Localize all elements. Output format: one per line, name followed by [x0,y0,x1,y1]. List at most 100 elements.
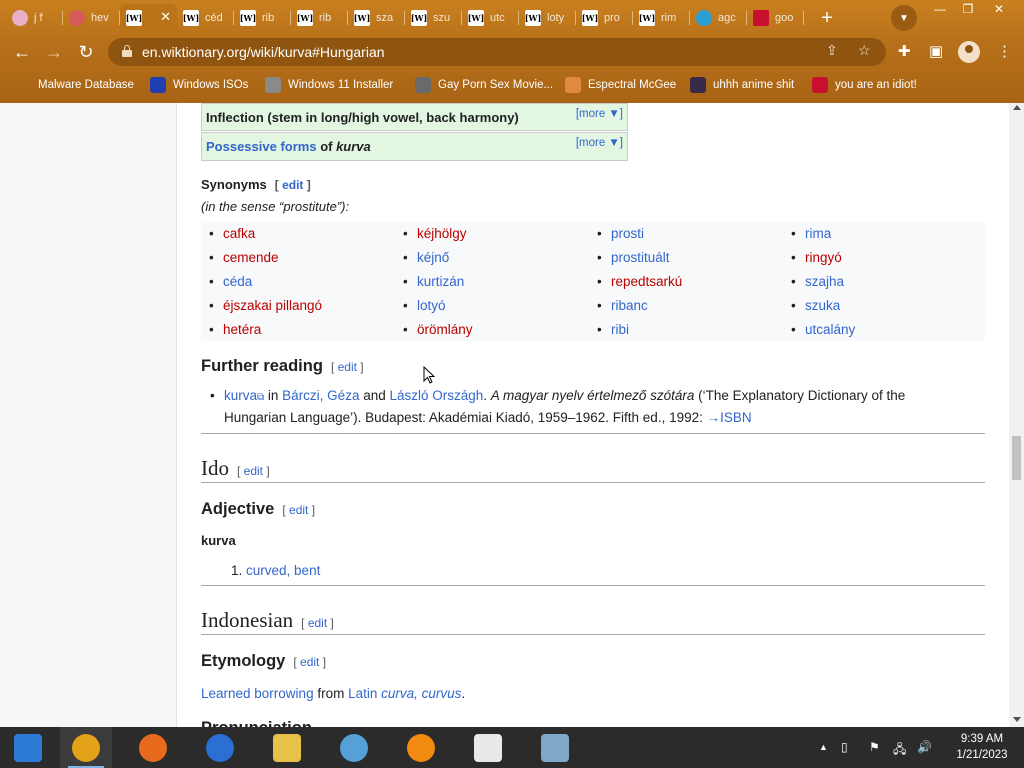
taskbar-app[interactable] [2,727,54,768]
edit-link[interactable]: edit [289,503,308,517]
synonym-link[interactable]: kéjnő [403,250,449,265]
learned-borrowing-link[interactable]: Learned borrowing [201,686,314,701]
possessive-navframe[interactable]: Possessive forms of kurva [more ▼] [201,132,628,161]
browser-tab[interactable]: [W] sza [348,4,405,32]
more-toggle[interactable]: [more ▼] [576,108,623,120]
synonym-link[interactable]: repedtsarkú [597,274,682,289]
browser-tab[interactable]: [W] pro [576,4,633,32]
edit-link[interactable]: edit [244,464,263,478]
bookmark-item[interactable]: Espectral McGee [565,76,676,94]
synonym-link[interactable]: kurtizán [403,274,464,289]
latin-link[interactable]: Latin [348,686,377,701]
synonym-link[interactable]: utcalány [791,322,855,337]
browser-tab[interactable]: j f [6,4,63,32]
back-button[interactable]: ← [10,41,34,63]
tablet-icon[interactable]: ▯ [841,740,848,754]
bookmark-item[interactable]: Windows 11 Installer [265,76,393,94]
reload-button[interactable]: ↻ [74,41,98,63]
synonym-link[interactable]: kéjhölgy [403,226,466,241]
synonym-link[interactable]: prostituált [597,250,669,265]
network-icon[interactable]: 🖧 [893,740,906,761]
browser-tab[interactable]: [W] utc [462,4,519,32]
x-icon [150,77,166,93]
synonym-link[interactable]: ribi [597,322,629,337]
tab-search-button[interactable]: ▼ [891,5,917,31]
edit-link[interactable]: edit [300,655,319,669]
latin-words-link[interactable]: curva, curvus [381,686,461,701]
browser-tab[interactable]: [W] céd [177,4,234,32]
page-scrollbar[interactable] [1009,103,1024,727]
synonym-link[interactable]: ribanc [597,298,648,313]
lock-icon[interactable] [122,45,132,57]
synonym-link[interactable]: szuka [791,298,840,313]
taskbar-app[interactable] [462,727,514,768]
flag-icon[interactable]: ⚑ [869,740,880,754]
more-toggle[interactable]: [more ▼] [576,137,623,149]
wiktionary-icon: [W] [240,10,256,26]
taskbar-app[interactable] [127,727,179,768]
edit-link[interactable]: edit [282,178,303,192]
synonym-link[interactable]: prosti [597,226,644,241]
browser-tab[interactable]: goo [747,4,804,32]
taskbar-app[interactable] [194,727,246,768]
edit-link[interactable]: edit [308,616,327,630]
edit-link[interactable]: edit [338,360,357,374]
tab-separator [803,11,804,25]
close-tab-icon[interactable]: ✕ [160,9,171,25]
address-bar[interactable]: en.wiktionary.org/wiki/kurva#Hungarian ⇪… [108,38,886,66]
browser-tab[interactable]: hev [63,4,120,32]
extensions-icon[interactable]: ✚ [898,42,911,60]
synonym-link[interactable]: lotyó [403,298,445,313]
taskbar-app[interactable] [395,727,447,768]
bookmark-item[interactable]: Malware Database [38,76,134,94]
kurva-external-link[interactable]: kurva [224,388,257,403]
synonym-link[interactable]: cemende [209,250,278,265]
author-link-orszagh[interactable]: László Országh [389,388,483,403]
side-panel-icon[interactable]: ▣ [929,42,943,60]
new-tab-button[interactable]: + [815,6,839,30]
isbn-link[interactable]: →ISBN [707,410,752,425]
synonym-link[interactable]: örömlány [403,322,472,337]
taskbar-app[interactable] [60,727,112,768]
bookmark-item[interactable]: Windows ISOs [150,76,248,94]
author-link-barczi[interactable]: Bárczi, Géza [282,388,359,403]
browser-tab[interactable]: [W] rim [633,4,690,32]
browser-tab[interactable]: [W] loty [519,4,576,32]
scroll-up-arrow-icon[interactable] [1013,105,1021,110]
synonym-link[interactable]: éjszakai pillangó [209,298,322,313]
taskbar-app[interactable] [328,727,380,768]
taskbar-clock[interactable]: 9:39 AM 1/21/2023 [950,731,1014,763]
browser-tab[interactable]: agc [690,4,747,32]
share-icon[interactable]: ⇪ [826,42,838,59]
volume-icon[interactable]: 🔊 [917,740,932,754]
browser-tab[interactable]: [W] ✕ [120,4,177,32]
synonym-link[interactable]: rima [791,226,831,241]
taskbar-app[interactable] [261,727,313,768]
browser-tab[interactable]: [W] rib [234,4,291,32]
inflection-navframe[interactable]: Inflection (stem in long/high vowel, bac… [201,103,628,131]
taskbar-app[interactable] [529,727,581,768]
chevron-up-icon[interactable]: ▲ [819,742,828,752]
synonym-link[interactable]: cafka [209,226,255,241]
url-text[interactable]: en.wiktionary.org/wiki/kurva#Hungarian [142,44,385,60]
star-icon[interactable]: ☆ [858,42,871,59]
minimize-button[interactable]: — [926,0,954,18]
bookmark-item[interactable]: you are an idiot! [812,76,917,94]
possessive-forms-link[interactable]: Possessive forms [206,139,317,154]
scroll-thumb[interactable] [1012,436,1021,480]
browser-tab[interactable]: [W] rib [291,4,348,32]
restore-button[interactable]: ❐ [954,0,982,18]
bookmark-item[interactable]: Gay Porn Sex Movie... [415,76,553,94]
synonym-link[interactable]: hetéra [209,322,261,337]
synonym-link[interactable]: céda [209,274,252,289]
synonym-link[interactable]: szajha [791,274,844,289]
forward-button[interactable]: → [42,41,66,63]
scroll-down-arrow-icon[interactable] [1013,717,1021,722]
close-window-button[interactable]: ✕ [985,0,1013,18]
synonym-link[interactable]: ringyó [791,250,842,265]
browser-tab[interactable]: [W] szu [405,4,462,32]
definition-link[interactable]: curved, bent [246,563,320,578]
bookmark-item[interactable]: uhhh anime shit [690,76,794,94]
menu-kebab-icon[interactable]: ⋮ [997,42,1012,60]
profile-avatar[interactable] [958,41,980,63]
